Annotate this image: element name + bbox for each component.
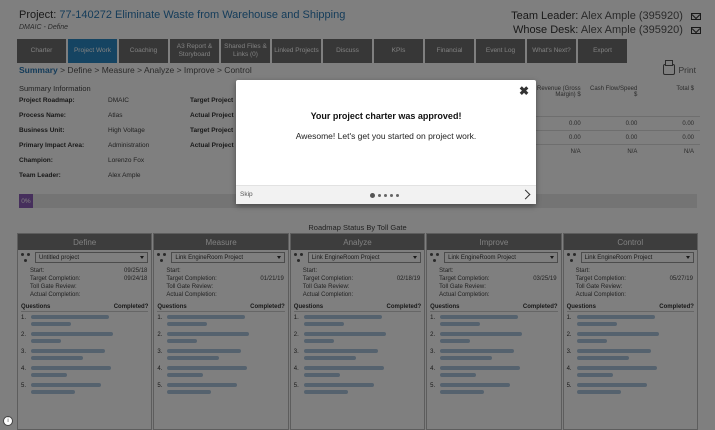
page-dots: [370, 193, 399, 198]
dialog-title: Your project charter was approved!: [310, 111, 462, 121]
next-arrow-icon[interactable]: [520, 189, 531, 200]
dialog-message: Awesome! Let's get you started on projec…: [295, 131, 477, 141]
close-icon[interactable]: ✖: [519, 84, 529, 98]
project-work-page: Project: 77-140272 Eliminate Waste from …: [0, 0, 715, 430]
page-dot[interactable]: [390, 194, 393, 197]
approval-dialog: ✖ Your project charter was approved! Awe…: [236, 80, 536, 204]
page-dot[interactable]: [384, 194, 387, 197]
page-dot[interactable]: [370, 193, 375, 198]
skip-button[interactable]: Skip: [240, 191, 253, 198]
page-dot[interactable]: [396, 194, 399, 197]
dialog-footer: Skip: [236, 185, 536, 204]
help-icon[interactable]: i: [3, 416, 13, 426]
modal-backdrop[interactable]: [0, 0, 715, 430]
page-dot[interactable]: [378, 194, 381, 197]
